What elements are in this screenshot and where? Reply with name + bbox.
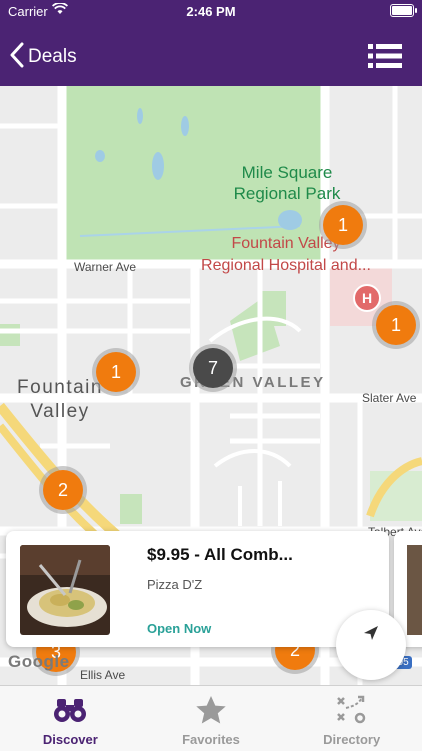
battery-icon — [390, 4, 417, 17]
star-icon — [195, 694, 227, 726]
clock: 2:46 PM — [186, 4, 236, 19]
tab-label: Discover — [42, 732, 98, 747]
deal-title: $9.95 - All Comb... — [147, 545, 293, 564]
list-menu-button[interactable] — [368, 43, 402, 69]
tab-directory[interactable]: Directory — [281, 686, 422, 751]
map-cluster[interactable]: 1 — [323, 205, 363, 245]
tab-label: Favorites — [182, 732, 240, 747]
next-deal-image — [407, 545, 422, 635]
deal-open-status: Open Now — [147, 621, 212, 636]
street-label-slater: Slater Ave — [362, 391, 417, 405]
chevron-left-icon — [10, 42, 24, 73]
map-cluster[interactable]: 7 — [193, 348, 233, 388]
map-cluster[interactable]: 1 — [376, 305, 416, 345]
back-label: Deals — [28, 46, 77, 67]
deal-image — [20, 545, 110, 635]
tab-favorites[interactable]: Favorites — [141, 686, 282, 751]
deal-vendor: Pizza D'Z — [147, 577, 203, 592]
status-bar: Carrier 2:46 PM — [0, 0, 422, 22]
street-label-ellis: Ellis Ave — [80, 668, 126, 682]
deal-card[interactable]: $9.95 - All Comb... Pizza D'Z Open Now — [6, 531, 389, 647]
directory-icon — [334, 694, 370, 726]
city-label: Fountain Valley — [17, 377, 103, 422]
list-icon — [368, 44, 402, 68]
map-cluster[interactable]: 1 — [96, 352, 136, 392]
tab-bar: Discover Favorites Directory — [0, 685, 422, 751]
tab-discover[interactable]: Discover — [0, 686, 141, 751]
back-button[interactable]: Deals — [10, 40, 77, 74]
park-label: Mile Square Regional Park — [233, 163, 341, 203]
locate-button[interactable] — [336, 610, 406, 680]
google-logo: Google — [8, 652, 70, 671]
street-label-warner: Warner Ave — [74, 260, 137, 274]
nav-bar: Carrier 2:46 PM Deals — [0, 0, 422, 86]
binoculars-icon — [53, 694, 87, 726]
hospital-marker[interactable]: H — [353, 284, 381, 312]
tab-label: Directory — [323, 732, 381, 747]
location-arrow-icon — [362, 624, 380, 648]
map-cluster[interactable]: 2 — [43, 470, 83, 510]
